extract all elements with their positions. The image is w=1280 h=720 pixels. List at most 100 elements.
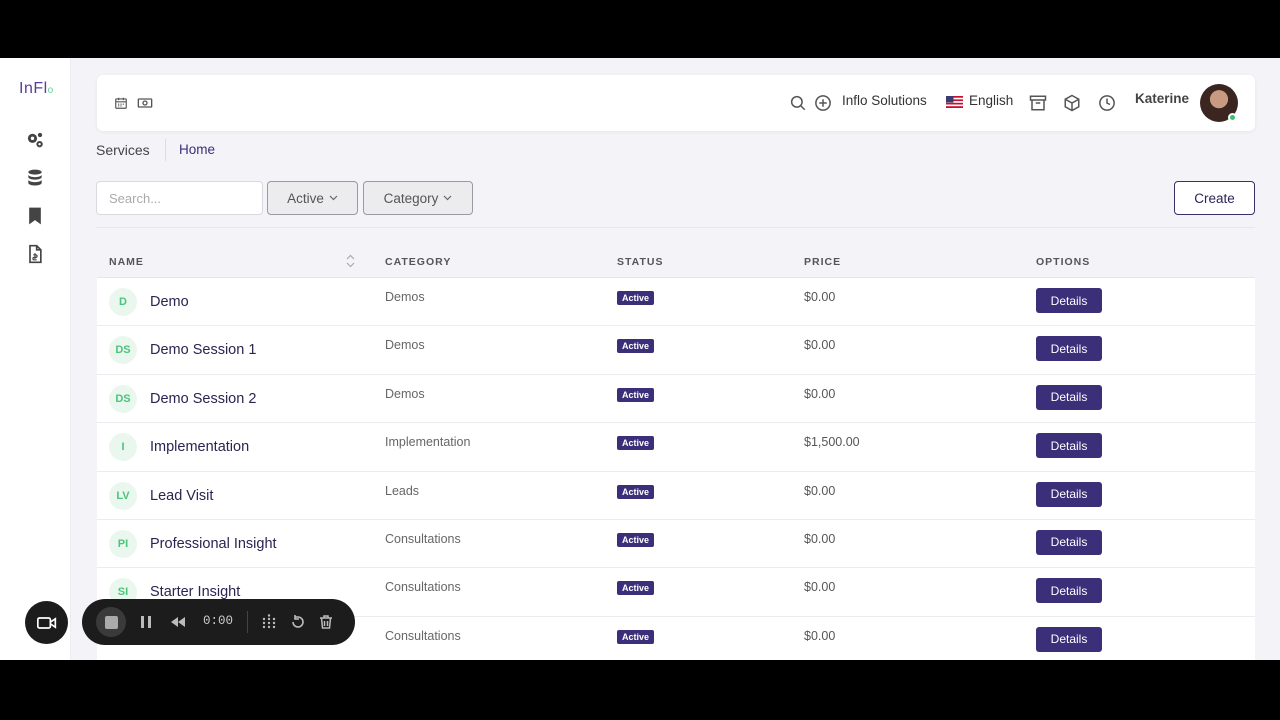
service-category: Consultations <box>385 531 461 546</box>
service-name[interactable]: Starter Insight <box>150 584 240 600</box>
sidebar: InFlo <box>0 58 71 660</box>
table-row: D Demo Demos Active $0.00 Details <box>97 278 1255 327</box>
archive-icon[interactable] <box>1029 94 1047 112</box>
service-name[interactable]: Implementation <box>150 439 249 455</box>
grid-button[interactable] <box>258 611 280 633</box>
column-header-name[interactable]: NAME <box>109 256 144 268</box>
service-name[interactable]: Lead Visit <box>150 488 213 504</box>
pause-icon <box>141 616 151 628</box>
chevron-down-icon <box>329 195 338 201</box>
service-name[interactable]: Professional Insight <box>150 536 277 552</box>
service-category: Consultations <box>385 580 461 595</box>
service-initials-avatar: DS <box>109 336 137 365</box>
service-price: $0.00 <box>804 338 836 353</box>
recording-timer: 0:00 <box>203 614 234 628</box>
pause-button[interactable] <box>135 611 157 633</box>
active-filter-dropdown[interactable]: Active <box>267 181 358 215</box>
chevron-down-icon <box>443 195 452 201</box>
details-button[interactable]: Details <box>1036 433 1102 459</box>
cube-icon[interactable] <box>1063 94 1081 112</box>
bookmark-icon[interactable] <box>24 205 46 227</box>
service-price: $0.00 <box>804 628 836 643</box>
service-price: $0.00 <box>804 290 836 304</box>
online-status-dot <box>1228 113 1237 122</box>
recorder-toolbar: 0:00 <box>82 599 355 645</box>
add-circle-icon[interactable] <box>814 94 832 112</box>
stop-icon <box>104 615 118 629</box>
divider <box>247 611 248 633</box>
category-filter-dropdown[interactable]: Category <box>363 181 473 215</box>
video-camera-icon <box>36 616 56 629</box>
clock-icon[interactable] <box>1098 94 1116 112</box>
column-header-options: OPTIONS <box>1036 256 1091 268</box>
service-price: $0.00 <box>804 483 836 498</box>
table-header: NAME CATEGORY STATUS PRICE OPTIONS <box>97 242 1255 278</box>
details-button[interactable]: Details <box>1036 336 1102 362</box>
camera-button[interactable] <box>25 601 68 644</box>
service-initials-avatar: D <box>109 288 137 316</box>
user-name[interactable]: Katerine <box>1135 91 1189 106</box>
service-price: $0.00 <box>804 386 836 401</box>
status-badge: Active <box>617 436 655 451</box>
page-title: Services <box>96 142 150 158</box>
details-button[interactable]: Details <box>1036 529 1102 555</box>
gears-icon[interactable] <box>24 129 46 151</box>
service-category: Leads <box>385 483 420 498</box>
top-bar: Inflo Solutions English Katerine <box>97 75 1255 131</box>
status-badge: Active <box>617 339 655 354</box>
column-header-category: CATEGORY <box>385 256 452 268</box>
breadcrumb-home-link[interactable]: Home <box>179 142 215 157</box>
status-badge: Active <box>617 532 655 547</box>
search-icon[interactable] <box>789 94 807 112</box>
dots-grid-icon <box>262 614 276 629</box>
service-price: $1,500.00 <box>804 435 860 450</box>
breadcrumb-divider <box>165 139 166 161</box>
service-initials-avatar: DS <box>109 384 137 413</box>
rewind-icon <box>171 617 185 627</box>
restart-button[interactable] <box>287 611 309 633</box>
service-initials-avatar: LV <box>109 481 137 510</box>
money-bill-icon[interactable] <box>137 94 153 112</box>
service-category: Consultations <box>385 628 461 643</box>
us-flag-icon <box>946 96 963 108</box>
details-button[interactable]: Details <box>1036 481 1102 507</box>
trash-icon <box>320 615 332 629</box>
company-selector[interactable]: Inflo Solutions <box>842 93 927 108</box>
calendar-icon[interactable] <box>114 94 128 112</box>
app-window: InFlo Inflo Solutions English Katerine S… <box>0 58 1280 660</box>
service-price: $0.00 <box>804 531 836 546</box>
app-logo[interactable]: InFlo <box>19 80 54 98</box>
search-input[interactable] <box>96 181 263 215</box>
rewind-button[interactable] <box>167 611 189 633</box>
status-badge: Active <box>617 387 655 402</box>
service-name[interactable]: Demo Session 2 <box>150 391 256 407</box>
details-button[interactable]: Details <box>1036 384 1102 410</box>
create-button[interactable]: Create <box>1174 181 1255 215</box>
service-category: Demos <box>385 290 425 304</box>
service-initials-avatar: PI <box>109 529 137 558</box>
service-category: Implementation <box>385 435 471 450</box>
status-badge: Active <box>617 629 655 644</box>
table-row: PI Professional Insight Consultations Activ… <box>97 520 1255 569</box>
restart-icon <box>292 615 304 628</box>
service-category: Demos <box>385 386 425 401</box>
stop-recording-button[interactable] <box>96 607 126 637</box>
table-row: DS Demo Session 2 Demos Active $0.00 Details <box>97 375 1255 424</box>
table-row: I Implementation Implementation Active $1,50… <box>97 423 1255 472</box>
file-invoice-icon[interactable] <box>24 243 46 265</box>
details-button[interactable]: Details <box>1036 626 1102 652</box>
column-header-price: PRICE <box>804 256 842 268</box>
service-initials-avatar: I <box>109 433 137 462</box>
services-table: NAME CATEGORY STATUS PRICE OPTIONS D Demo… <box>97 242 1255 660</box>
details-button[interactable]: Details <box>1036 578 1102 604</box>
sort-icon[interactable] <box>346 254 355 268</box>
column-header-status: STATUS <box>617 256 664 268</box>
details-button[interactable]: Details <box>1036 288 1102 313</box>
table-row: LV Lead Visit Leads Active $0.00 Details <box>97 472 1255 520</box>
language-selector[interactable]: English <box>969 93 1013 108</box>
delete-button[interactable] <box>315 611 337 633</box>
service-name[interactable]: Demo Session 1 <box>150 342 256 358</box>
service-price: $0.00 <box>804 580 836 595</box>
service-name[interactable]: Demo <box>150 294 189 310</box>
database-icon[interactable] <box>24 167 46 189</box>
